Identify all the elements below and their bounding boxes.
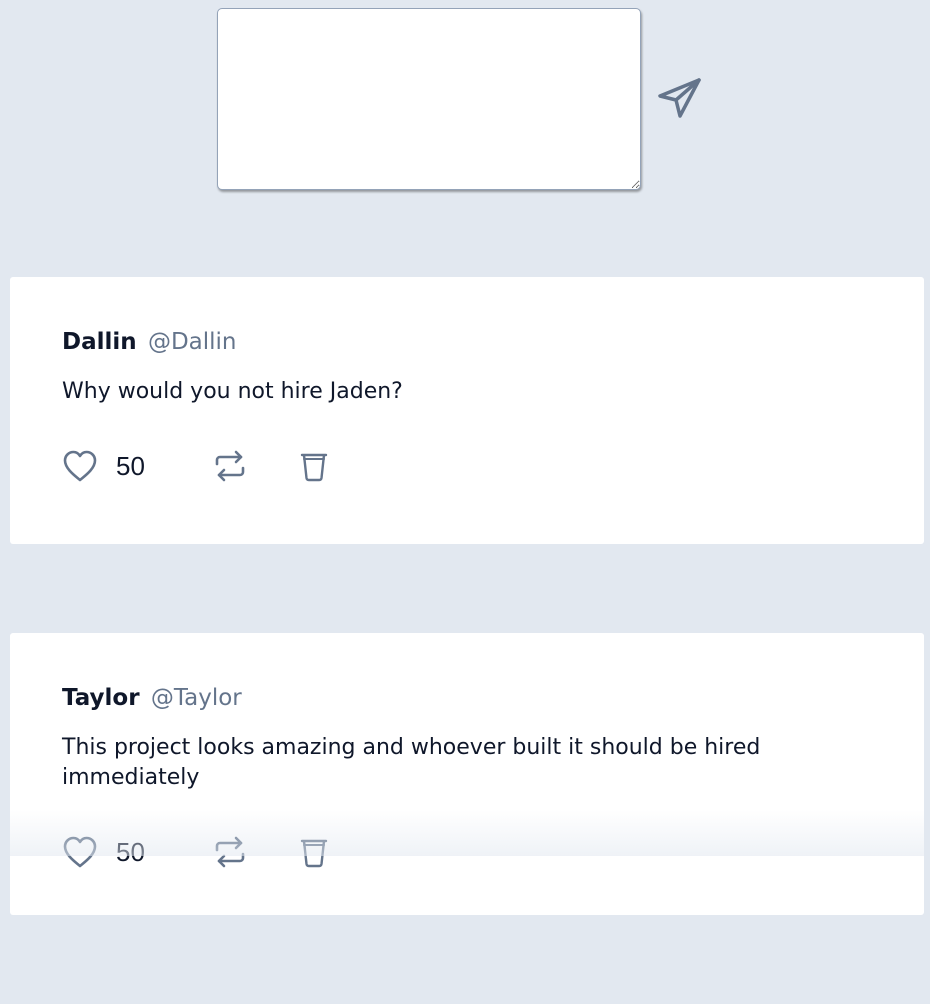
trash-icon [300, 839, 328, 868]
like-button[interactable]: 50 [62, 835, 145, 869]
retweet-icon [215, 450, 245, 482]
user-handle: @Taylor [150, 685, 242, 711]
send-button[interactable] [654, 74, 706, 120]
like-button[interactable]: 50 [62, 449, 145, 483]
tweet-header: Dallin @Dallin [62, 327, 872, 357]
tweet-card: Taylor @Taylor This project looks amazin… [10, 633, 924, 915]
heart-icon [63, 836, 97, 868]
delete-button[interactable] [299, 449, 329, 483]
tweet-text: This project looks amazing and whoever b… [62, 735, 761, 790]
heart-icon [63, 450, 97, 482]
tweet-actions: 50 [62, 447, 872, 485]
retweet-icon [215, 836, 245, 868]
tweet-input[interactable] [217, 8, 641, 190]
tweet-feed: Dallin @Dallin Why would you not hire Ja… [10, 277, 924, 1004]
retweet-button[interactable] [213, 835, 247, 869]
delete-button[interactable] [299, 835, 329, 869]
display-name: Taylor [62, 685, 140, 711]
tweet-header: Taylor @Taylor [62, 683, 872, 713]
trash-icon [300, 453, 328, 482]
tweet-card: Dallin @Dallin Why would you not hire Ja… [10, 277, 924, 544]
send-icon [658, 78, 701, 118]
retweet-button[interactable] [213, 449, 247, 483]
like-count: 50 [116, 836, 145, 867]
user-handle: @Dallin [147, 329, 237, 355]
display-name: Dallin [62, 329, 137, 355]
tweet-actions: 50 [62, 833, 872, 871]
like-count: 50 [116, 450, 145, 481]
tweet-composer [217, 8, 641, 190]
tweet-text: Why would you not hire Jaden? [62, 379, 403, 404]
